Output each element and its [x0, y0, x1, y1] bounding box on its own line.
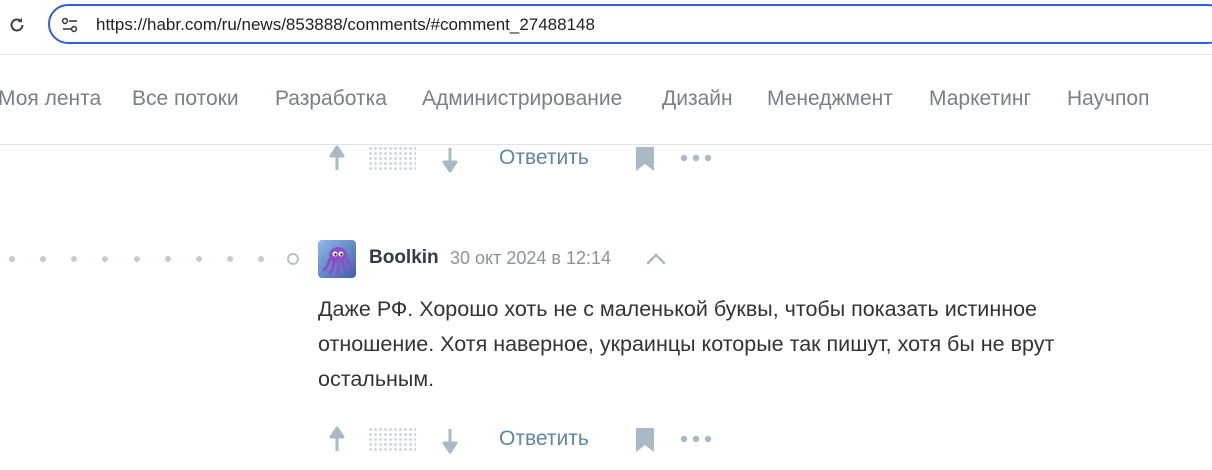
score-hidden-placeholder [368, 146, 416, 172]
vote-up-icon[interactable] [318, 420, 348, 460]
comment-timestamp[interactable]: 30 окт 2024 в 12:14 [450, 247, 611, 269]
nav-item-design[interactable]: Дизайн [662, 87, 733, 111]
vote-down-icon[interactable] [436, 420, 466, 460]
comment-actions-previous: Ответить [318, 139, 738, 179]
score-hidden-placeholder [368, 427, 416, 453]
hub-navigation: Моя лента Все потоки Разработка Админист… [0, 55, 1212, 145]
comment-text-line: остальным. [318, 367, 435, 391]
reload-icon[interactable] [6, 13, 28, 37]
url-text[interactable]: https://habr.com/ru/news/853888/comments… [96, 15, 595, 35]
more-options-icon[interactable] [680, 151, 712, 165]
avatar[interactable] [318, 240, 356, 278]
nav-item-popsci[interactable]: Научпоп [1067, 87, 1149, 111]
chevron-up-icon[interactable] [644, 250, 668, 268]
bookmark-icon[interactable] [634, 426, 656, 454]
more-options-icon[interactable] [680, 432, 712, 446]
vote-up-icon[interactable] [318, 139, 348, 179]
nav-item-my-feed[interactable]: Моя лента [0, 87, 101, 111]
thread-depth-indicator [9, 253, 299, 265]
reply-link[interactable]: Ответить [499, 426, 589, 452]
reply-link[interactable]: Ответить [499, 145, 589, 171]
nav-item-all-streams[interactable]: Все потоки [132, 87, 239, 111]
comment-author[interactable]: Boolkin [369, 247, 439, 269]
comment-text-line: Даже РФ. Хорошо хоть не с маленькой букв… [318, 297, 1037, 321]
comment-body: Даже РФ. Хорошо хоть не с маленькой букв… [318, 292, 1178, 397]
comment-text-line: отношение. Хотя наверное, украинцы котор… [318, 332, 1055, 356]
site-settings-icon[interactable] [60, 15, 80, 35]
nav-item-management[interactable]: Менеджмент [767, 87, 893, 111]
browser-toolbar: https://habr.com/ru/news/853888/comments… [0, 0, 1212, 55]
nav-item-development[interactable]: Разработка [275, 87, 387, 111]
bookmark-icon[interactable] [634, 145, 656, 173]
nav-item-administration[interactable]: Администрирование [422, 87, 622, 111]
comment-actions: Ответить [318, 420, 738, 460]
nav-item-marketing[interactable]: Маркетинг [929, 87, 1031, 111]
vote-down-icon[interactable] [436, 139, 466, 179]
address-bar[interactable]: https://habr.com/ru/news/853888/comments… [48, 4, 1212, 44]
